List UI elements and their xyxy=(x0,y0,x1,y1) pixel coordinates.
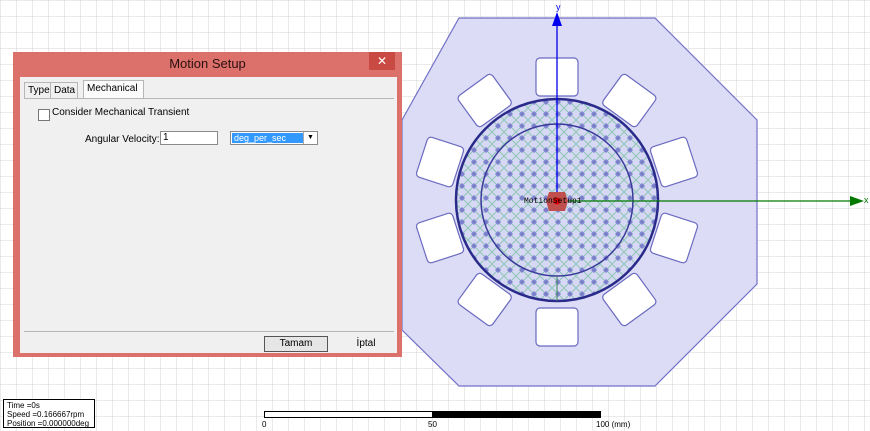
mechanical-panel: Consider Mechanical Transient Angular Ve… xyxy=(24,98,394,331)
close-icon[interactable]: ✕ xyxy=(369,52,395,70)
scale-bar-segment-1 xyxy=(264,411,433,418)
status-time: Time =0s xyxy=(7,401,40,410)
scale-label-100: 100 (mm) xyxy=(596,420,631,429)
motion-status-box: Time =0s Speed =0.166667rpm Position =0.… xyxy=(3,399,95,428)
motion-setup-label: MotionSetup1 xyxy=(524,197,582,206)
dialog-body: Type Data Mechanical Consider Mechanical… xyxy=(20,77,397,353)
y-axis-label: y xyxy=(556,2,561,12)
chevron-down-icon[interactable]: ▼ xyxy=(303,132,317,144)
angular-velocity-label: Angular Velocity: xyxy=(85,134,160,145)
tab-mechanical[interactable]: Mechanical xyxy=(83,80,144,98)
angular-velocity-unit-select[interactable]: deg_per_sec ▼ xyxy=(230,131,318,145)
cancel-button[interactable]: İptal xyxy=(338,336,394,352)
x-axis-label: x xyxy=(864,195,869,205)
unit-selected-value: deg_per_sec xyxy=(232,133,304,143)
ok-button[interactable]: Tamam xyxy=(264,336,328,352)
status-speed: Speed =0.166667rpm xyxy=(7,410,85,419)
dialog-titlebar[interactable]: Motion Setup ✕ xyxy=(13,52,402,76)
footer-divider xyxy=(24,331,394,332)
scale-label-0: 0 xyxy=(262,420,267,429)
consider-transient-label[interactable]: Consider Mechanical Transient xyxy=(52,107,189,118)
scale-label-50: 50 xyxy=(428,420,437,429)
motion-setup-dialog: Motion Setup ✕ Type Data Mechanical Cons… xyxy=(13,52,402,357)
status-position: Position =0.000000deg xyxy=(7,419,90,428)
tab-type[interactable]: Type xyxy=(24,82,51,98)
angular-velocity-input[interactable]: 1 xyxy=(160,131,218,145)
tab-data[interactable]: Data xyxy=(50,82,78,98)
scale-bar-segment-2 xyxy=(433,411,601,418)
dialog-title: Motion Setup xyxy=(169,56,246,71)
consider-transient-checkbox[interactable] xyxy=(38,109,50,121)
